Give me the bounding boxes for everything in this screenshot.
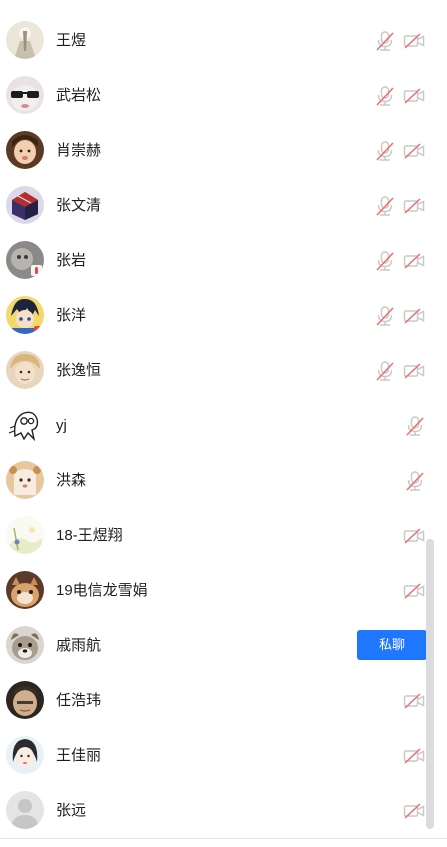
participant-row[interactable]: 张逸恒 xyxy=(0,343,447,398)
participant-name: 王煜 xyxy=(56,32,87,49)
participant-row[interactable]: yj xyxy=(0,398,447,453)
avatar xyxy=(6,626,44,664)
participant-name: 肖崇赫 xyxy=(56,142,102,159)
participant-name: 张洋 xyxy=(56,307,87,324)
mic-muted-icon[interactable] xyxy=(374,305,396,327)
avatar xyxy=(6,791,44,829)
mic-muted-icon[interactable] xyxy=(374,195,396,217)
mic-muted-icon[interactable] xyxy=(404,470,426,492)
participant-name: 洪森 xyxy=(56,472,87,489)
participant-name: 张远 xyxy=(56,802,87,819)
avatar xyxy=(6,571,44,609)
mic-muted-icon[interactable] xyxy=(374,250,396,272)
camera-off-icon[interactable] xyxy=(403,195,425,217)
participant-row[interactable]: 张洋 xyxy=(0,288,447,343)
camera-off-icon[interactable] xyxy=(403,525,425,547)
participant-row[interactable]: 武岩松 xyxy=(0,68,447,123)
participant-row[interactable]: 张文清 xyxy=(0,178,447,233)
mic-muted-icon[interactable] xyxy=(374,140,396,162)
mic-muted-icon[interactable] xyxy=(374,85,396,107)
camera-off-icon[interactable] xyxy=(403,305,425,327)
participant-list: 王煜 武岩松 肖崇赫 张文清 张岩 张洋 张逸恒 yj 洪森 18-王煜翔 19… xyxy=(0,13,447,838)
participant-name: 张文清 xyxy=(56,197,102,214)
participant-row[interactable]: 张远 xyxy=(0,783,447,838)
camera-off-icon[interactable] xyxy=(403,745,425,767)
camera-off-icon[interactable] xyxy=(403,250,425,272)
mic-muted-icon[interactable] xyxy=(404,415,426,437)
avatar xyxy=(6,461,44,499)
camera-off-icon[interactable] xyxy=(403,580,425,602)
avatar xyxy=(6,241,44,279)
divider xyxy=(0,838,447,839)
camera-off-icon[interactable] xyxy=(403,360,425,382)
avatar xyxy=(6,21,44,59)
participant-row[interactable]: 王佳丽 xyxy=(0,728,447,783)
participant-row[interactable]: 戚雨航 私聊 xyxy=(0,618,447,673)
mic-muted-icon[interactable] xyxy=(374,360,396,382)
camera-off-icon[interactable] xyxy=(403,690,425,712)
participant-name: yj xyxy=(56,417,67,434)
participant-row[interactable]: 张岩 xyxy=(0,233,447,288)
participant-row[interactable]: 18-王煜翔 xyxy=(0,508,447,563)
avatar xyxy=(6,296,44,334)
private-chat-button[interactable]: 私聊 xyxy=(357,630,427,660)
camera-off-icon[interactable] xyxy=(403,800,425,822)
participant-name: 任浩玮 xyxy=(56,692,102,709)
avatar xyxy=(6,736,44,774)
avatar xyxy=(6,131,44,169)
camera-off-icon[interactable] xyxy=(403,30,425,52)
participant-row[interactable]: 王煜 xyxy=(0,13,447,68)
participant-name: 王佳丽 xyxy=(56,747,102,764)
avatar xyxy=(6,406,44,444)
scrollbar[interactable] xyxy=(426,539,434,829)
participant-row[interactable]: 任浩玮 xyxy=(0,673,447,728)
avatar xyxy=(6,76,44,114)
camera-off-icon[interactable] xyxy=(403,140,425,162)
camera-off-icon[interactable] xyxy=(403,85,425,107)
avatar xyxy=(6,681,44,719)
participant-row[interactable]: 肖崇赫 xyxy=(0,123,447,178)
participant-row[interactable]: 洪森 xyxy=(0,453,447,508)
mic-muted-icon[interactable] xyxy=(374,30,396,52)
participant-row[interactable]: 19电信龙雪娟 xyxy=(0,563,447,618)
participant-name: 戚雨航 xyxy=(56,637,102,654)
avatar xyxy=(6,351,44,389)
avatar xyxy=(6,516,44,554)
participant-name: 武岩松 xyxy=(56,87,102,104)
participant-name: 张逸恒 xyxy=(56,362,102,379)
participant-name: 张岩 xyxy=(56,252,87,269)
avatar xyxy=(6,186,44,224)
participant-name: 19电信龙雪娟 xyxy=(56,582,148,599)
participant-name: 18-王煜翔 xyxy=(56,527,123,544)
